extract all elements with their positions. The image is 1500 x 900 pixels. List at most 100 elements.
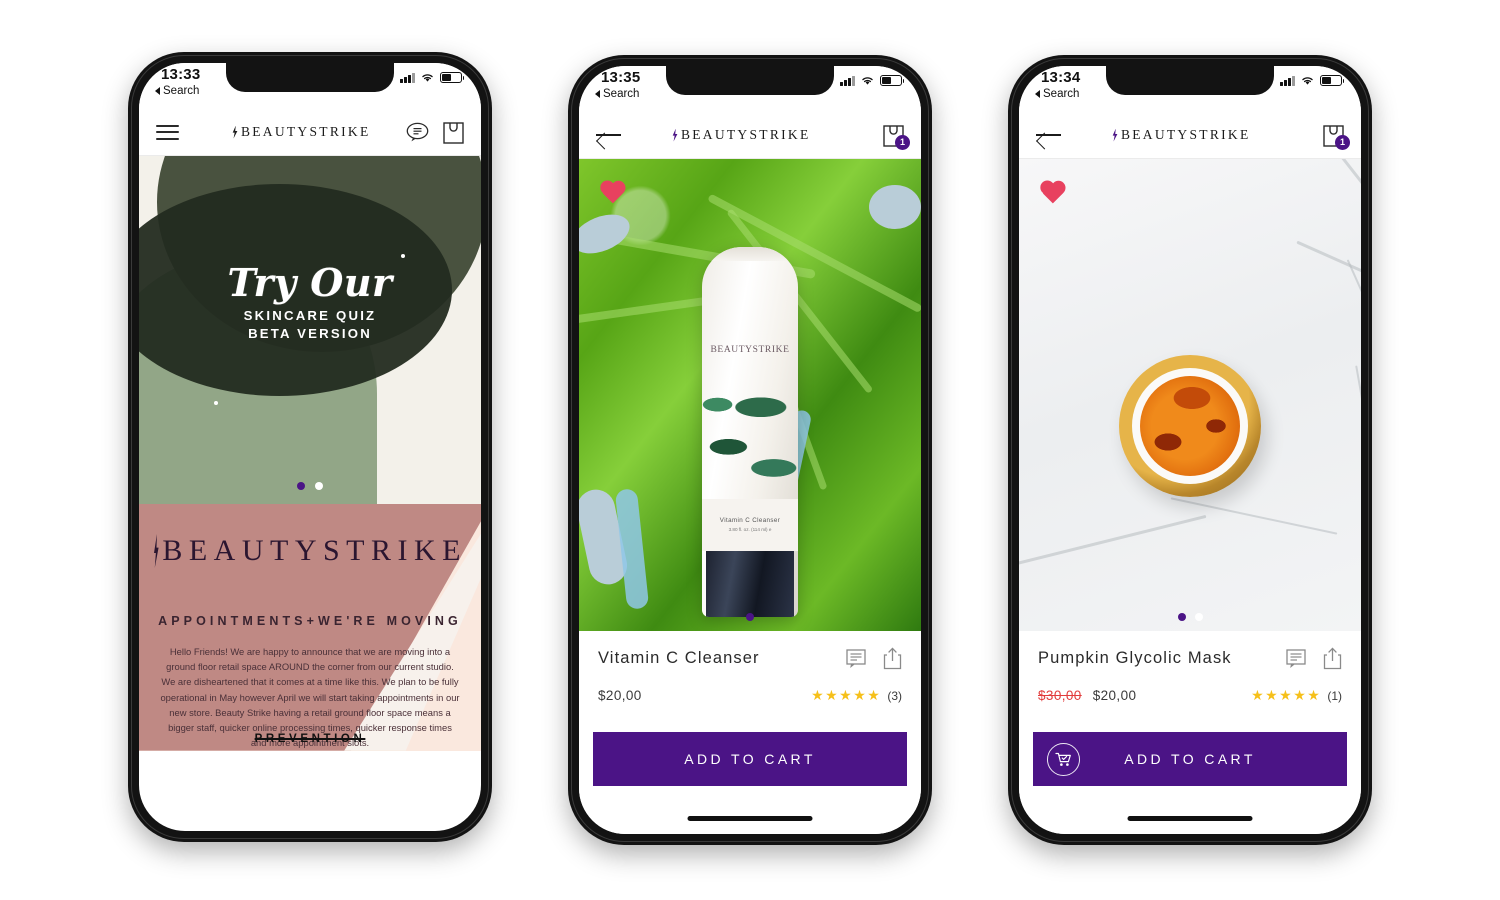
lightning-bolt-icon: [1112, 128, 1118, 142]
nav-left: [596, 127, 652, 143]
price-group: $30,00 $20,00: [1038, 688, 1136, 703]
shopping-bag-icon[interactable]: [443, 121, 464, 144]
cellular-signal-icon: [840, 75, 855, 86]
media-carousel-dots[interactable]: [1019, 613, 1361, 621]
cellular-signal-icon: [1280, 75, 1295, 86]
screen-product-cleanser: 13:35 Search BEAUTYSTRIKE 1 BEAUTYSTRIKE…: [579, 66, 921, 834]
nav-right: 1: [830, 124, 910, 150]
brand-name: BEAUTYSTRIKE: [680, 127, 811, 142]
brand-name: BEAUTYSTRIKE: [1120, 127, 1251, 142]
product-price-row: $20,00 ★★★★★ (3): [598, 687, 902, 704]
star-rating-icons: ★★★★★: [811, 687, 882, 703]
product-price: $20,00: [1092, 688, 1137, 703]
brand-logo[interactable]: BEAUTYSTRIKE: [212, 124, 390, 140]
product-action-icons: [846, 647, 902, 670]
tube-leaf-artwork: [702, 365, 798, 497]
product-price: $20,00: [598, 688, 642, 703]
back-triangle-icon: [1035, 90, 1040, 98]
status-back-label: Search: [603, 88, 640, 100]
carousel-dot-active[interactable]: [746, 613, 754, 621]
nav-left: [156, 124, 212, 140]
nav-left: [1036, 127, 1092, 143]
product-action-icons: [1286, 647, 1342, 670]
product-rating[interactable]: ★★★★★ (1): [1251, 687, 1342, 704]
product-image-mask[interactable]: [1019, 159, 1361, 631]
status-back-link[interactable]: Search: [1035, 88, 1079, 100]
tube-cap: [706, 551, 794, 617]
shopping-bag-icon[interactable]: 1: [1323, 124, 1350, 150]
chat-bubble-icon[interactable]: [406, 122, 429, 142]
hero-speck: [214, 401, 218, 405]
review-count: (3): [887, 688, 902, 703]
tube-brand-text: BEAUTYSTRIKE: [710, 345, 790, 355]
cart-count-badge: 1: [895, 134, 910, 150]
hero-subline-2: BETA VERSION: [248, 326, 372, 341]
wifi-icon: [422, 74, 433, 82]
add-to-cart-button[interactable]: ADD TO CART: [1033, 732, 1347, 786]
hero-speck: [401, 254, 405, 258]
brand-name: BEAUTYSTRIKE: [240, 124, 371, 139]
back-arrow-icon[interactable]: [1036, 127, 1062, 143]
back-triangle-icon: [595, 90, 600, 98]
back-arrow-icon[interactable]: [596, 127, 622, 143]
hero-banner[interactable]: Try Our SKINCARE QUIZ BETA VERSION: [139, 156, 481, 504]
screen-home: 13:33 Search BEAUTYSTRIKE Try Our SKINCA…: [139, 63, 481, 831]
status-back-link[interactable]: Search: [155, 85, 199, 97]
product-title-row: Vitamin C Cleanser: [598, 647, 902, 670]
review-bubble-icon[interactable]: [846, 648, 868, 669]
phone-mockup-home: 13:33 Search BEAUTYSTRIKE Try Our SKINCA…: [128, 52, 492, 842]
product-info-mask: Pumpkin Glycolic Mask $30,00 $20,00 ★★★★…: [1019, 631, 1361, 834]
hero-copy: Try Our SKINCARE QUIZ BETA VERSION: [139, 260, 481, 342]
status-time: 13:35: [601, 69, 641, 86]
panel-logo-word: BEAUTYSTRIKE: [162, 534, 467, 567]
hero-subline-1: SKINCARE QUIZ: [243, 308, 377, 323]
product-rating[interactable]: ★★★★★ (3): [811, 687, 902, 704]
status-back-label: Search: [1043, 88, 1080, 100]
product-image-cleanser[interactable]: BEAUTYSTRIKE Vitamin C Cleanser 3.80 fl.…: [579, 159, 921, 631]
hero-carousel-dots[interactable]: [139, 482, 481, 490]
carousel-dot[interactable]: [315, 482, 323, 490]
brand-logo[interactable]: BEAUTYSTRIKE: [652, 127, 830, 143]
status-back-label: Search: [163, 85, 200, 97]
review-bubble-icon[interactable]: [1286, 648, 1308, 669]
shopping-bag-icon[interactable]: 1: [883, 124, 910, 150]
battery-icon: [440, 72, 465, 83]
nav-right: [390, 121, 464, 144]
product-name: Pumpkin Glycolic Mask: [1038, 649, 1232, 667]
app-nav-bar: BEAUTYSTRIKE 1: [579, 112, 921, 159]
battery-icon: [1320, 75, 1345, 86]
carousel-dot[interactable]: [1194, 613, 1203, 621]
share-icon[interactable]: [883, 647, 902, 670]
home-content: Try Our SKINCARE QUIZ BETA VERSION BEAUT…: [139, 156, 481, 831]
product-old-price: $30,00: [1038, 688, 1082, 703]
cart-check-icon: [1047, 742, 1080, 776]
home-indicator: [1127, 816, 1253, 821]
media-carousel-dots[interactable]: [579, 613, 921, 621]
brand-logo[interactable]: BEAUTYSTRIKE: [1092, 127, 1270, 143]
add-to-cart-button[interactable]: ADD TO CART: [593, 732, 907, 786]
status-back-link[interactable]: Search: [595, 88, 639, 100]
battery-icon: [880, 75, 905, 86]
product-tube: BEAUTYSTRIKE Vitamin C Cleanser 3.80 fl.…: [702, 247, 798, 617]
phone-mockup-mask: 13:34 Search BEAUTYSTRIKE 1 Pumpkin Glyc…: [1008, 55, 1372, 845]
share-icon[interactable]: [1323, 647, 1342, 670]
favorite-heart-icon[interactable]: [599, 181, 626, 206]
hamburger-icon[interactable]: [156, 124, 179, 140]
screenshot-stage: 13:33 Search BEAUTYSTRIKE Try Our SKINCA…: [0, 0, 1500, 900]
review-count: (1): [1327, 688, 1342, 703]
tube-label: Vitamin C Cleanser 3.80 fl. oz. (114 ml)…: [702, 499, 798, 551]
lightning-bolt-icon: [232, 125, 238, 139]
tube-label-line-1: Vitamin C Cleanser: [719, 517, 781, 524]
carousel-dot-active[interactable]: [297, 482, 305, 490]
status-indicators: [1280, 75, 1345, 86]
jar-pumpkin-paste: [1140, 376, 1240, 476]
panel-footer-word: PREVENTION: [254, 732, 366, 745]
status-indicators: [400, 72, 465, 83]
star-rating-icons: ★★★★★: [1251, 687, 1322, 703]
app-nav-bar: BEAUTYSTRIKE 1: [1019, 112, 1361, 159]
hero-script-line: Try Our: [227, 260, 393, 305]
carousel-dot-active[interactable]: [1177, 613, 1186, 621]
product-info-cleanser: Vitamin C Cleanser $20,00 ★★★★★ (3) ADD …: [579, 631, 921, 834]
favorite-heart-icon[interactable]: [1039, 181, 1066, 206]
panel-heading: APPOINTMENTS+WE'RE MOVING: [158, 614, 462, 628]
